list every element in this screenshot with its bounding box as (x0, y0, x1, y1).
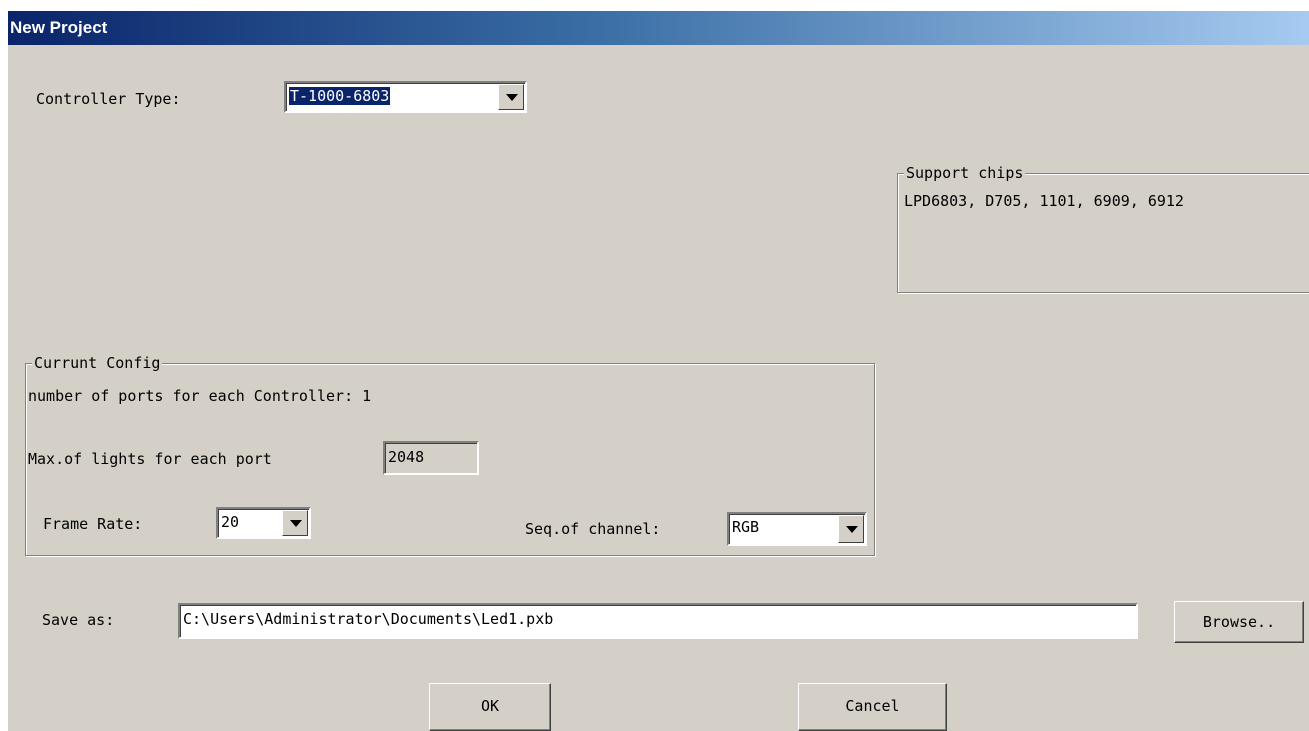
chevron-down-icon[interactable] (282, 510, 308, 536)
frame-rate-value: 20 (221, 513, 240, 531)
new-project-dialog: New Project Controller Type: T-1000-6803… (8, 11, 1309, 731)
ok-button[interactable]: OK (429, 683, 551, 731)
dialog-title: New Project (10, 18, 108, 37)
cancel-button[interactable]: Cancel (798, 683, 947, 731)
current-config-group: Currunt Config number of ports for each … (25, 353, 875, 556)
save-path-input[interactable]: C:\Users\Administrator\Documents\Led1.px… (178, 603, 1138, 639)
current-config-title: Currunt Config (32, 353, 163, 373)
support-chips-title: Support chips (904, 163, 1026, 183)
max-lights-field[interactable]: 2048 (383, 441, 479, 475)
chevron-down-icon[interactable] (498, 84, 524, 110)
support-chips-list: LPD6803, D705, 1101, 6909, 6912 (904, 192, 1184, 210)
save-as-label: Save as: (42, 611, 115, 629)
controller-type-label: Controller Type: (36, 90, 181, 108)
seq-channel-label: Seq.of channel: (525, 520, 661, 538)
dialog-title-bar[interactable]: New Project (8, 11, 1309, 45)
controller-type-value: T-1000-6803 (289, 87, 391, 105)
ports-value: 1 (362, 387, 372, 405)
seq-channel-value: RGB (732, 518, 760, 536)
support-chips-group: Support chips LPD6803, D705, 1101, 6909,… (897, 163, 1309, 293)
chevron-down-icon[interactable] (838, 515, 864, 543)
ports-label: number of ports for each Controller: 1 (28, 386, 371, 406)
controller-type-dropdown[interactable]: T-1000-6803 (284, 81, 527, 113)
browse-button[interactable]: Browse.. (1174, 601, 1304, 643)
seq-channel-dropdown[interactable]: RGB (727, 512, 867, 546)
frame-rate-label: Frame Rate: (43, 515, 143, 533)
ports-label-text: number of ports for each Controller: (28, 387, 354, 405)
max-lights-label: Max.of lights for each port (28, 450, 272, 468)
frame-rate-dropdown[interactable]: 20 (216, 507, 311, 539)
